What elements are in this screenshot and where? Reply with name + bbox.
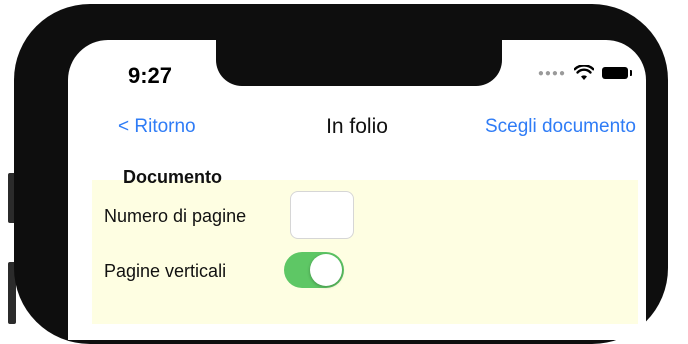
camera-notch [216, 40, 502, 86]
choose-document-button[interactable]: Scegli documento [485, 116, 636, 138]
phone-screen: 9:27 ●●●● < Ritorno In folio Scegli docu… [68, 40, 646, 340]
status-time: 9:27 [128, 63, 173, 88]
phone-frame: 9:27 ●●●● < Ritorno In folio Scegli docu… [14, 4, 668, 344]
status-icons: ●●●● [537, 65, 632, 81]
document-panel [92, 180, 638, 324]
toggle-knob [310, 254, 342, 286]
wifi-icon [574, 65, 594, 80]
battery-icon [602, 67, 632, 79]
signal-dots-icon: ●●●● [537, 67, 566, 79]
vertical-pages-toggle[interactable] [284, 252, 344, 288]
pages-label: Numero di pagine [104, 206, 247, 226]
pages-input[interactable] [290, 191, 354, 239]
vertical-pages-label: Pagine verticali [104, 261, 227, 281]
section-title: Documento [123, 167, 222, 187]
